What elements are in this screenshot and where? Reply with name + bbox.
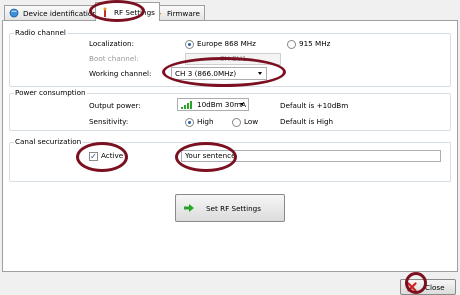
sensitivity-label: Sensitivity:	[89, 117, 129, 126]
group-title: Canal securization	[14, 137, 83, 146]
radio-channel-group: Radio channel Localization: Europe 868 M…	[9, 28, 451, 87]
active-checkbox[interactable]: ✓	[89, 152, 98, 161]
tab-label: Device identification	[23, 8, 97, 18]
group-title: Radio channel	[14, 28, 67, 37]
working-channel-value: CH 3 (866.0MHz)	[175, 69, 237, 78]
canal-securization-group: Canal securization ✓ Active Your sentenc…	[9, 137, 451, 182]
sensitivity-high-label[interactable]: High	[197, 117, 214, 126]
tab-label: RF Settings	[114, 7, 155, 17]
set-rf-settings-label: Set RF Settings	[206, 203, 261, 213]
close-label: Close	[425, 282, 445, 292]
arrow-right-icon	[184, 204, 194, 212]
tab-rf-settings[interactable]: RF Settings	[95, 2, 160, 21]
sentence-input[interactable]: Your sentence	[181, 150, 441, 162]
sensitivity-low-radio[interactable]	[232, 118, 241, 127]
device-icon	[9, 8, 19, 18]
group-title: Power consumption	[14, 88, 87, 97]
antenna-icon	[103, 7, 107, 17]
localization-label: Localization:	[89, 39, 134, 48]
output-power-default: Default is +10dBm	[280, 101, 349, 110]
sensitivity-default: Default is High	[280, 117, 334, 126]
set-rf-settings-button[interactable]: Set RF Settings	[175, 194, 285, 222]
output-power-label: Output power:	[89, 101, 141, 110]
output-power-select[interactable]: 10dBm 30mA	[177, 98, 249, 111]
europe-868-label[interactable]: Europe 868 MHz	[197, 39, 256, 48]
boot-channel-label: Boot channel:	[89, 54, 139, 63]
close-icon	[407, 282, 417, 292]
working-channel-label: Working channel:	[89, 69, 152, 78]
active-label[interactable]: Active	[101, 151, 123, 160]
tab-label: Firmware	[167, 8, 200, 18]
us-915-radio[interactable]	[287, 40, 296, 49]
signal-strength-icon	[181, 101, 193, 109]
sensitivity-low-label[interactable]: Low	[244, 117, 258, 126]
output-power-value: 10dBm 30mA	[197, 100, 246, 109]
close-button[interactable]: Close	[400, 279, 456, 295]
europe-868-radio[interactable]	[185, 40, 194, 49]
boot-channel-field: CH EU1	[185, 53, 281, 65]
tab-device-identification[interactable]: Device identification	[4, 5, 102, 20]
sensitivity-high-radio[interactable]	[185, 118, 194, 127]
tab-strip: Device identification RF Settings Firmwa…	[0, 0, 460, 21]
bottom-bar: Close	[0, 273, 460, 295]
rf-settings-panel: Radio channel Localization: Europe 868 M…	[2, 20, 458, 272]
us-915-label[interactable]: 915 MHz	[299, 39, 330, 48]
power-consumption-group: Power consumption Output power: 10dBm 30…	[9, 88, 451, 131]
chevron-down-icon	[258, 72, 262, 75]
working-channel-select[interactable]: CH 3 (866.0MHz)	[171, 67, 267, 80]
chevron-down-icon	[240, 103, 244, 106]
